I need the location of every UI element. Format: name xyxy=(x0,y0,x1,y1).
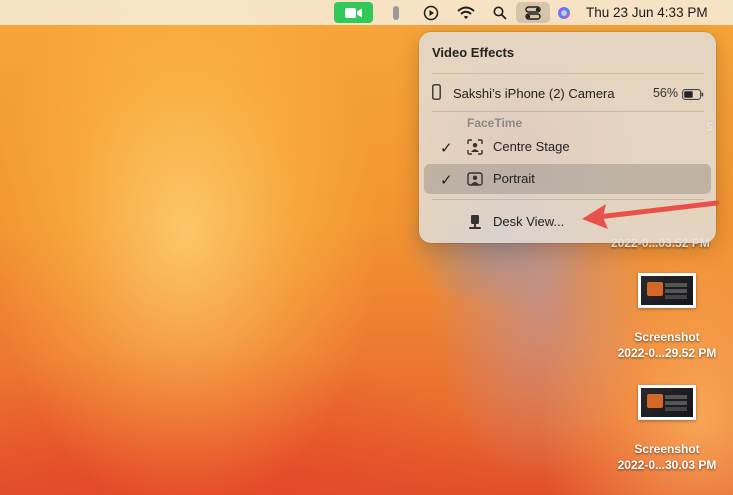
menu-bar: Thu 23 Jun 4:33 PM xyxy=(0,0,733,25)
screenshot-thumbnail xyxy=(638,385,696,420)
annotation-arrow-icon xyxy=(582,200,720,229)
battery-icon xyxy=(682,87,704,105)
play-circle-icon[interactable] xyxy=(421,2,441,23)
search-icon[interactable] xyxy=(490,2,510,23)
divider xyxy=(432,111,704,112)
centre-stage-icon xyxy=(467,139,483,155)
facetime-section-label: FaceTime xyxy=(467,116,523,130)
file-name: Screenshot xyxy=(634,442,700,456)
control-center-icon[interactable] xyxy=(516,2,550,23)
option-label: Centre Stage xyxy=(493,139,570,154)
iphone-icon xyxy=(432,84,441,105)
file-name-date: 2022-0...30.03 PM xyxy=(617,458,717,472)
camera-device-row[interactable]: Sakshi’s iPhone (2) Camera 56% xyxy=(432,82,704,104)
panel-title: Video Effects xyxy=(432,45,515,60)
option-label: Portrait xyxy=(493,171,535,186)
screenshot-thumbnail xyxy=(638,273,696,308)
menu-bar-clock[interactable]: Thu 23 Jun 4:33 PM xyxy=(586,0,708,25)
option-label: Desk View... xyxy=(493,214,565,229)
siri-icon[interactable] xyxy=(554,2,574,23)
facetime-video-icon[interactable] xyxy=(334,2,373,23)
desk-view-icon xyxy=(467,214,483,230)
checkmark-icon: ✓ xyxy=(440,172,453,189)
checkmark-icon: ✓ xyxy=(440,140,453,157)
file-name: Screenshot xyxy=(634,330,700,344)
battery-percentage: 56% xyxy=(652,86,678,100)
option-centre-stage[interactable]: ✓ Centre Stage xyxy=(424,132,711,162)
camera-device-name: Sakshi’s iPhone (2) Camera xyxy=(453,85,615,101)
divider xyxy=(432,73,704,74)
wifi-icon[interactable] xyxy=(455,2,477,23)
file-name-date: 2022-0...29.52 PM xyxy=(617,346,717,360)
microphone-indicator-icon[interactable] xyxy=(388,2,404,23)
portrait-icon xyxy=(467,171,483,187)
